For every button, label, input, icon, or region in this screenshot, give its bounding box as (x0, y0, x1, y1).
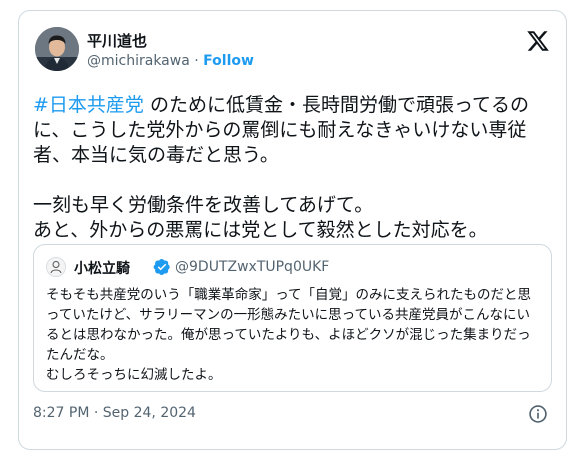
tweet-timestamp[interactable]: 8:27 PM · Sep 24, 2024 (33, 405, 196, 421)
quoted-author-handle: @9DUTZwxTUPq0UKF (175, 259, 330, 275)
author-avatar[interactable] (35, 27, 79, 71)
follow-button[interactable]: Follow (203, 53, 254, 69)
author-meta: @michirakawa · Follow (87, 53, 254, 69)
quoted-tweet[interactable]: 小松立騎 @9DUTZwxTUPq0UKF そもそも共産党のいう「職業革命家」っ… (33, 244, 552, 392)
info-icon[interactable] (528, 404, 548, 424)
verified-badge-icon (153, 258, 170, 276)
x-logo-icon[interactable] (526, 29, 550, 53)
quoted-author-avatar (46, 257, 66, 277)
quoted-author-name: 小松立騎 (74, 261, 130, 277)
embedded-tweet-card: 平川道也 @michirakawa · Follow #日本共産党 のために低賃… (18, 10, 567, 450)
meta-separator: · (194, 53, 199, 69)
author-avatar-image (35, 27, 79, 71)
author-handle[interactable]: @michirakawa (87, 53, 190, 69)
quoted-avatar-image (47, 258, 65, 276)
tweet-text: #日本共産党 のために低賃金・長時間労働で頑張ってるのに、こうした党外からの罵倒… (33, 93, 558, 243)
author-name[interactable]: 平川道也 (87, 30, 147, 51)
quoted-tweet-text: そもそも共産党のいう「職業革命家」って「自覚」のみに支えられたものだと思っていた… (46, 287, 532, 383)
tweet-body: のために低賃金・長時間労働で頑張ってるのに、こうした党外からの罵倒にも耐えなきゃ… (33, 94, 530, 241)
hashtag-link[interactable]: #日本共産党 (33, 94, 144, 116)
